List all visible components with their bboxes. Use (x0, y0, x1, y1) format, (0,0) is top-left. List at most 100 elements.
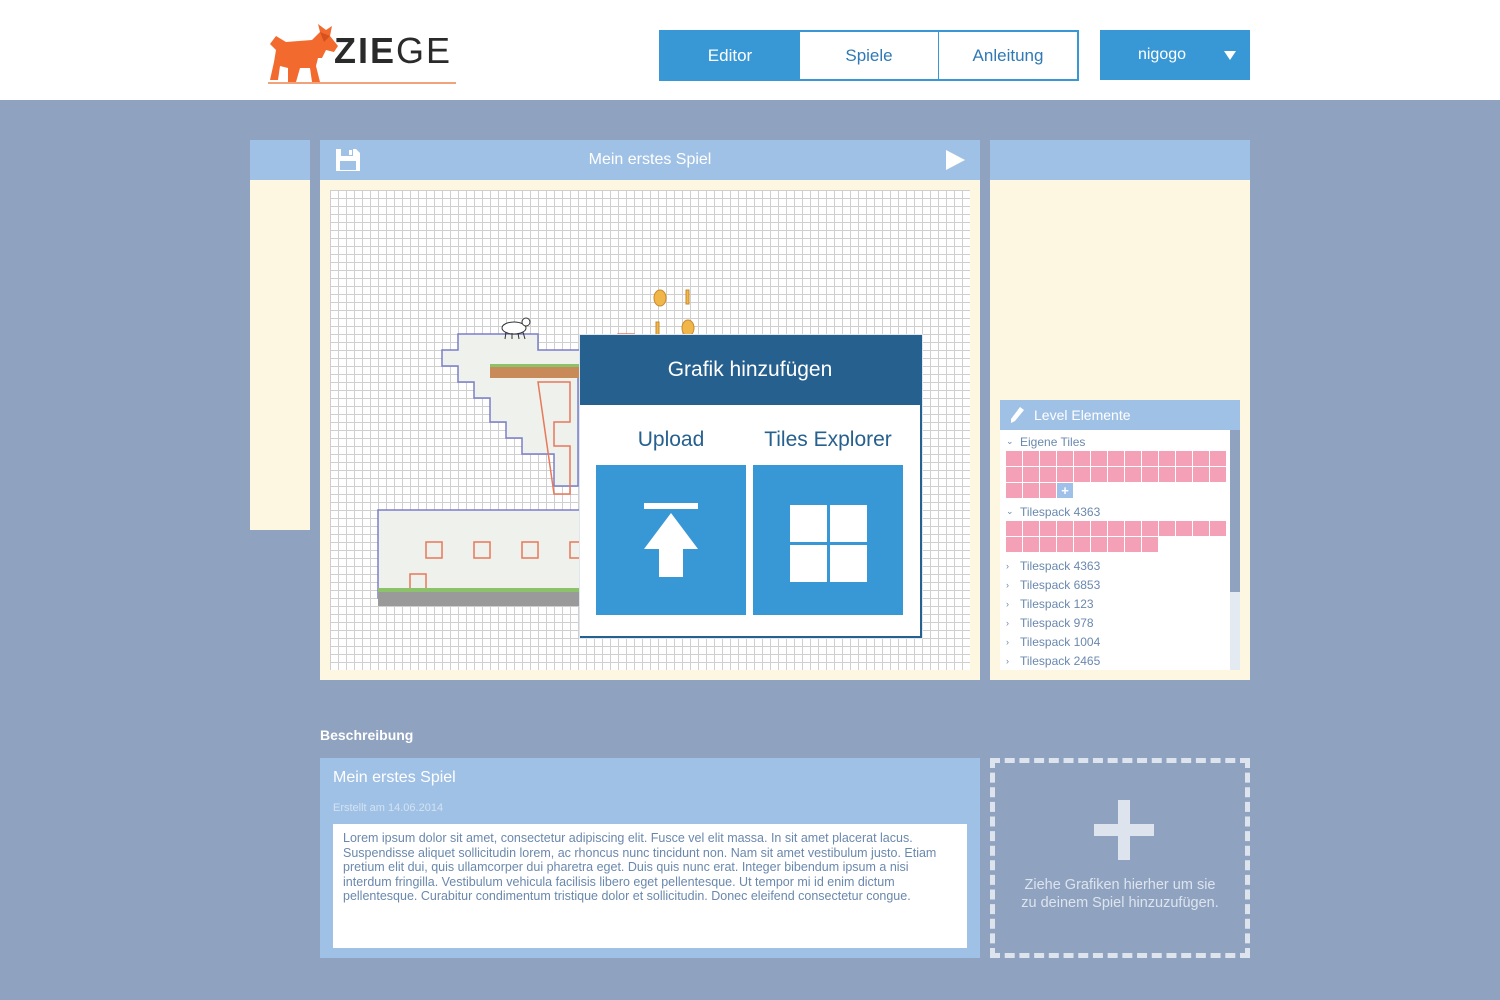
tile-swatch[interactable] (1040, 483, 1056, 498)
tile-swatch[interactable] (1023, 451, 1039, 466)
level-scrollbar[interactable] (1230, 430, 1240, 670)
tile-swatch[interactable] (1210, 451, 1226, 466)
group-tilespack[interactable]: › Tilespack 2465 (1000, 651, 1240, 670)
tile-swatch[interactable] (1006, 483, 1022, 498)
level-groups: ⌄ Eigene Tiles + ⌄ Tilespack 4363 › Tilespa… (1000, 430, 1240, 670)
tile-swatch[interactable] (1125, 467, 1141, 482)
add-graphic-modal: Grafik hinzufügen Upload Tiles Explorer (580, 335, 922, 638)
description-textarea[interactable]: Lorem ipsum dolor sit amet, consectetur … (333, 824, 967, 948)
nav-spiele[interactable]: Spiele (800, 32, 939, 79)
tilespack-grid (1006, 521, 1228, 552)
tile-swatch[interactable] (1176, 467, 1192, 482)
tile-swatch[interactable] (1091, 451, 1107, 466)
upload-label: Upload (637, 428, 705, 451)
tile-swatch[interactable] (1142, 521, 1158, 536)
tile-swatch[interactable] (1057, 451, 1073, 466)
tile-swatch[interactable] (1176, 521, 1192, 536)
tile-swatch[interactable] (1108, 521, 1124, 536)
tile-swatch[interactable] (1125, 451, 1141, 466)
graphic-dropzone[interactable]: Ziehe Grafiken hierher um sie zu deinem … (990, 758, 1250, 958)
tile-swatch[interactable] (1159, 521, 1175, 536)
group-tilespack[interactable]: › Tilespack 978 (1000, 613, 1240, 632)
save-icon[interactable] (335, 148, 361, 172)
tile-swatch[interactable] (1074, 451, 1090, 466)
tile-swatch[interactable] (1040, 451, 1056, 466)
tiles-explorer-option: Tiles Explorer (753, 405, 903, 615)
tile-swatch[interactable] (1125, 537, 1141, 552)
chevron-right-icon: › (1006, 598, 1009, 609)
tile-swatch[interactable] (1176, 451, 1192, 466)
group-eigene-tiles[interactable]: ⌄ Eigene Tiles (1000, 432, 1240, 451)
tile-swatch[interactable] (1210, 521, 1226, 536)
chevron-right-icon: › (1006, 636, 1009, 647)
chevron-down-icon: ⌄ (1006, 506, 1014, 516)
tile-swatch[interactable] (1108, 467, 1124, 482)
chevron-right-icon: › (1006, 579, 1009, 590)
tile-swatch[interactable] (1091, 537, 1107, 552)
nav-editor[interactable]: Editor (661, 32, 800, 79)
tile-swatch[interactable] (1193, 521, 1209, 536)
description-box: Mein erstes Spiel Erstellt am 14.06.2014… (320, 758, 980, 958)
tile-swatch[interactable] (1040, 521, 1056, 536)
right-panel-bar (990, 140, 1250, 180)
pencil-icon (1011, 407, 1024, 423)
group-tilespack[interactable]: › Tilespack 123 (1000, 594, 1240, 613)
left-panel (250, 140, 310, 530)
tile-swatch[interactable] (1057, 467, 1073, 482)
game-title[interactable]: Mein erstes Spiel (333, 769, 456, 787)
tile-swatch[interactable] (1006, 451, 1022, 466)
tile-swatch[interactable] (1074, 521, 1090, 536)
tile-swatch[interactable] (1091, 521, 1107, 536)
tile-swatch[interactable] (1108, 451, 1124, 466)
group-tilespack[interactable]: › Tilespack 4363 (1000, 556, 1240, 575)
tile-swatch[interactable] (1023, 467, 1039, 482)
tile-swatch[interactable] (1142, 451, 1158, 466)
tile-swatch[interactable] (1193, 467, 1209, 482)
tile-swatch[interactable] (1006, 467, 1022, 482)
tile-swatch[interactable] (1193, 451, 1209, 466)
grid-icon (790, 505, 867, 582)
chevron-right-icon: › (1006, 560, 1009, 571)
scroll-thumb[interactable] (1230, 430, 1240, 592)
tile-swatch[interactable] (1159, 451, 1175, 466)
tile-swatch[interactable] (1040, 467, 1056, 482)
tile-swatch[interactable] (1023, 521, 1039, 536)
tile-swatch[interactable] (1159, 467, 1175, 482)
group-tilespack[interactable]: ⌄ Tilespack 4363 (1000, 502, 1240, 521)
tile-swatch[interactable] (1074, 467, 1090, 482)
group-tilespack[interactable]: › Tilespack 1004 (1000, 632, 1240, 651)
user-menu-button[interactable]: nigogo (1100, 30, 1250, 80)
tiles-explorer-label: Tiles Explorer (764, 428, 892, 451)
tile-swatch[interactable] (1006, 521, 1022, 536)
play-icon[interactable] (946, 150, 965, 170)
top-header: ZIEGE Editor Spiele Anleitung nigogo (0, 0, 1500, 100)
tile-swatch[interactable] (1210, 467, 1226, 482)
user-name: nigogo (1137, 46, 1187, 63)
tiles-explorer-button[interactable] (753, 465, 903, 615)
upload-option: Upload (596, 405, 746, 615)
chevron-right-icon: › (1006, 655, 1009, 666)
ziege-logo[interactable]: ZIEGE (268, 22, 458, 86)
tile-swatch[interactable] (1142, 537, 1158, 552)
tile-swatch[interactable] (1142, 467, 1158, 482)
tile-swatch[interactable] (1108, 537, 1124, 552)
logo-underline (268, 82, 456, 84)
level-elements-panel: Level Elemente ⌄ Eigene Tiles + ⌄ Tilespac… (1000, 400, 1240, 670)
left-panel-bar (250, 140, 310, 180)
add-tile-button[interactable]: + (1057, 483, 1073, 498)
tile-swatch[interactable] (1006, 537, 1022, 552)
tile-swatch[interactable] (1023, 537, 1039, 552)
tile-swatch[interactable] (1057, 537, 1073, 552)
tile-swatch[interactable] (1074, 537, 1090, 552)
tile-swatch[interactable] (1023, 483, 1039, 498)
tile-swatch[interactable] (1091, 467, 1107, 482)
logo-text: ZIEGE (334, 30, 453, 71)
nav-anleitung[interactable]: Anleitung (939, 32, 1077, 79)
tile-swatch[interactable] (1057, 521, 1073, 536)
tile-swatch[interactable] (1040, 537, 1056, 552)
tile-swatch[interactable] (1125, 521, 1141, 536)
main-nav: Editor Spiele Anleitung (659, 30, 1079, 81)
group-tilespack[interactable]: › Tilespack 6853 (1000, 575, 1240, 594)
upload-button[interactable] (596, 465, 746, 615)
brick-platform (490, 366, 586, 378)
